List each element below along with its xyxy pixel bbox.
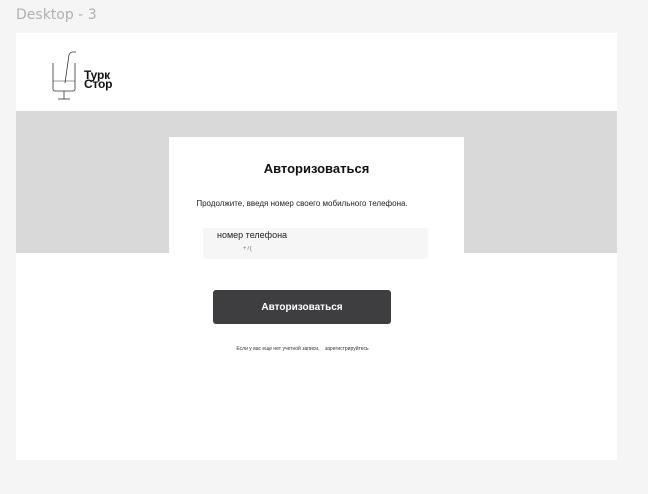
phone-input[interactable] <box>243 243 413 255</box>
logo[interactable]: Турк Стор <box>51 51 131 101</box>
glass-with-straw-icon <box>52 51 76 100</box>
auth-title: Авторизоваться <box>263 161 370 176</box>
desktop-frame: Турк Стор Авторизоваться Продолжите, вве… <box>16 33 617 460</box>
logo-wordmark: Турк Стор <box>84 69 113 91</box>
auth-subtitle: Продолжите, введя номер своего мобильног… <box>196 199 408 208</box>
phone-field[interactable]: номер телефона <box>203 228 428 259</box>
phone-label: номер телефона <box>217 230 288 240</box>
register-prompt: Если у вас еще нет учетной записи, <box>236 346 320 352</box>
register-line: Если у вас еще нет учетной записи, зарег… <box>16 346 589 352</box>
register-link[interactable]: зарегистрируйтесь <box>325 346 369 352</box>
logo-line-2: Стор <box>84 77 113 91</box>
frame-label: Desktop - 3 <box>16 7 97 23</box>
authorize-button[interactable]: Авторизоваться <box>213 290 391 324</box>
